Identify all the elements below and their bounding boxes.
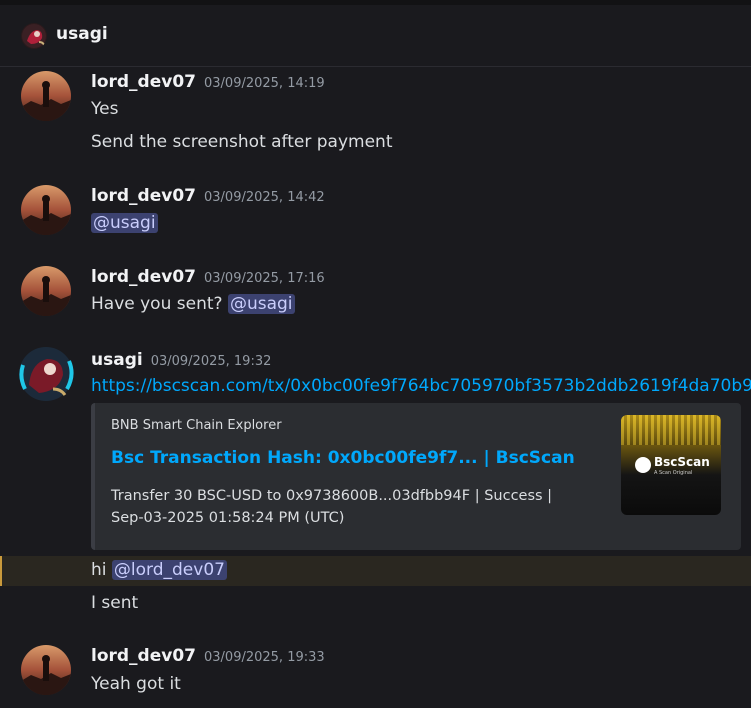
username[interactable]: lord_dev07 bbox=[91, 186, 196, 206]
channel-title: usagi bbox=[56, 24, 108, 44]
message-link: https://bscscan.com/tx/0x0bc00fe9f764bc7… bbox=[91, 376, 751, 396]
mention[interactable]: @usagi bbox=[91, 213, 158, 233]
mention[interactable]: @lord_dev07 bbox=[111, 560, 227, 580]
message-header: lord_dev07 03/09/2025, 19:33 bbox=[91, 646, 325, 666]
username[interactable]: lord_dev07 bbox=[91, 646, 196, 666]
thumbnail-sub: A Scan Original bbox=[654, 470, 693, 476]
bscscan-logo-icon bbox=[635, 457, 651, 473]
message-header: lord_dev07 03/09/2025, 14:19 bbox=[91, 72, 325, 92]
username[interactable]: lord_dev07 bbox=[91, 72, 196, 92]
embed-thumbnail[interactable]: BscScan A Scan Original bbox=[621, 415, 721, 515]
username[interactable]: lord_dev07 bbox=[91, 267, 196, 287]
timestamp: 03/09/2025, 19:33 bbox=[204, 650, 325, 665]
mention[interactable]: @usagi bbox=[227, 294, 295, 314]
thumbnail-stripes bbox=[621, 415, 721, 445]
link-embed: BNB Smart Chain Explorer Bsc Transaction… bbox=[91, 403, 741, 550]
transaction-link[interactable]: https://bscscan.com/tx/0x0bc00fe9f764bc7… bbox=[91, 376, 751, 396]
message-text: @usagi bbox=[91, 213, 158, 233]
embed-description-line: Sep-03-2025 01:58:24 PM (UTC) bbox=[111, 510, 345, 526]
message-text: Yes bbox=[91, 99, 119, 119]
message-text: hi @lord_dev07 bbox=[91, 560, 227, 580]
message-text-content: hi bbox=[91, 560, 107, 580]
avatar[interactable] bbox=[21, 185, 71, 235]
channel-header: usagi bbox=[0, 0, 751, 67]
message-text: Have you sent? @usagi bbox=[91, 294, 295, 314]
embed-title[interactable]: Bsc Transaction Hash: 0x0bc00fe9f7... | … bbox=[111, 448, 575, 468]
message-text: I sent bbox=[91, 593, 139, 613]
embed-description-line: Transfer 30 BSC-USD to 0x9738600B...03df… bbox=[111, 488, 553, 504]
message-header: lord_dev07 03/09/2025, 17:16 bbox=[91, 267, 325, 287]
message-text-content: Have you sent? bbox=[91, 294, 223, 314]
message-text: Yeah got it bbox=[91, 674, 181, 694]
message-header: lord_dev07 03/09/2025, 14:42 bbox=[91, 186, 325, 206]
timestamp: 03/09/2025, 14:19 bbox=[204, 76, 325, 91]
timestamp: 03/09/2025, 14:42 bbox=[204, 190, 325, 205]
avatar[interactable] bbox=[17, 345, 75, 403]
avatar[interactable] bbox=[21, 266, 71, 316]
timestamp: 03/09/2025, 19:32 bbox=[150, 354, 272, 369]
title-strip bbox=[0, 0, 751, 5]
thumbnail-brand: BscScan bbox=[654, 455, 710, 469]
timestamp: 03/09/2025, 17:16 bbox=[204, 271, 325, 286]
embed-description: Transfer 30 BSC-USD to 0x9738600B...03df… bbox=[111, 485, 591, 529]
chat-window: usagi lord_dev07 03/09/2025, 14:19 Yes Se… bbox=[0, 0, 751, 708]
message-header: usagi 03/09/2025, 19:32 bbox=[91, 350, 271, 370]
username[interactable]: usagi bbox=[91, 350, 143, 370]
usagi-avatar-icon[interactable] bbox=[21, 23, 47, 49]
avatar[interactable] bbox=[21, 71, 71, 121]
avatar[interactable] bbox=[21, 645, 71, 695]
embed-provider[interactable]: BNB Smart Chain Explorer bbox=[111, 418, 282, 433]
message-text: Send the screenshot after payment bbox=[91, 132, 393, 152]
